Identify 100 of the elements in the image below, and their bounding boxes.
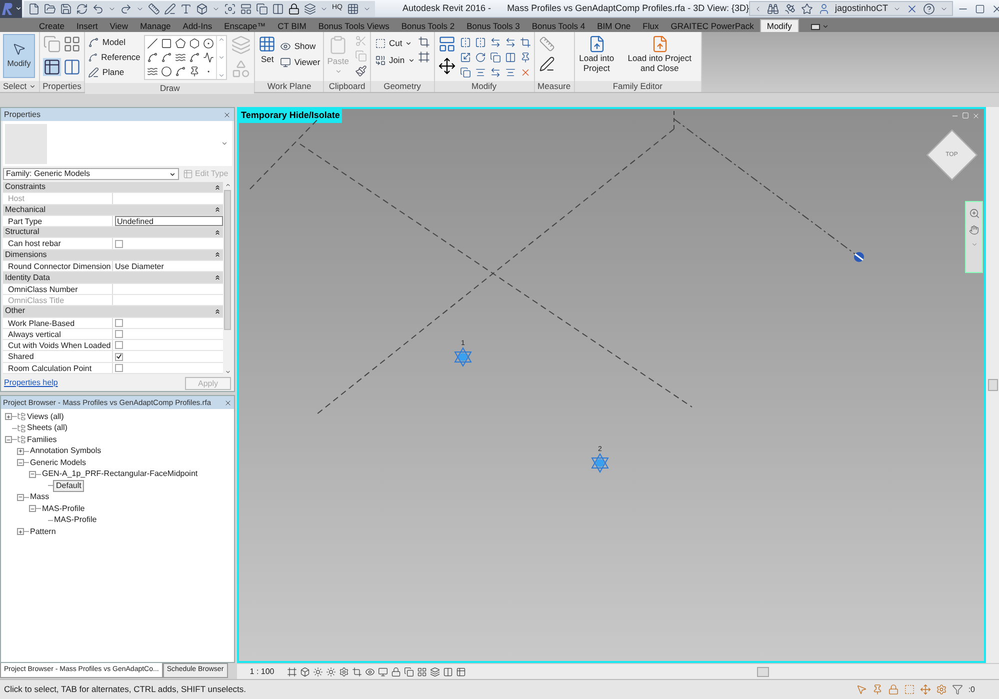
brush-icon[interactable]: [354, 65, 367, 77]
filter-icon[interactable]: [952, 684, 964, 695]
panel-title[interactable]: Clipboard: [324, 81, 370, 92]
scroll-down-icon[interactable]: [218, 54, 226, 61]
caret-icon[interactable]: [754, 4, 762, 12]
binoculars-icon[interactable]: [767, 2, 779, 14]
expand-icon[interactable]: [218, 72, 226, 79]
collapse-icon[interactable]: [5, 436, 12, 444]
checkbox[interactable]: [115, 318, 123, 327]
property-field[interactable]: Undefined: [115, 216, 223, 226]
sync-icon[interactable]: [76, 2, 88, 14]
ribbon-button[interactable]: Join: [374, 53, 415, 67]
ribbon-button[interactable]: Plane: [88, 65, 140, 79]
ellipse-icon[interactable]: [161, 66, 172, 77]
arc-icon[interactable]: [161, 52, 172, 63]
tree-item[interactable]: Default: [53, 480, 84, 492]
tree-item[interactable]: GEN-A_1p_PRF-Rectangular-FaceMidpoint: [41, 469, 199, 480]
group-header[interactable]: Identity Data: [3, 272, 223, 284]
vertical-scrollbar[interactable]: [986, 107, 999, 663]
checkbox[interactable]: [115, 352, 123, 361]
pin-icon[interactable]: [520, 52, 531, 63]
ruler-icon[interactable]: [148, 2, 160, 14]
user-name[interactable]: jagostinhoCT: [835, 2, 888, 16]
ribbon-button[interactable]: Model: [88, 35, 140, 49]
line-icon[interactable]: [147, 38, 158, 49]
checkbox[interactable]: [115, 240, 123, 248]
drag-icon[interactable]: [920, 684, 932, 695]
save-icon[interactable]: [60, 2, 72, 14]
hide-icon[interactable]: [365, 666, 375, 676]
star-icon[interactable]: [801, 2, 813, 14]
offset-icon[interactable]: [504, 37, 516, 48]
ribbon-tab[interactable]: Flux: [636, 19, 665, 32]
ribbon-tab[interactable]: Insert: [70, 19, 104, 32]
new-file-icon[interactable]: [28, 2, 40, 14]
ribbon-tab[interactable]: Bonus Tools Views: [312, 19, 396, 32]
view-scale[interactable]: 1 : 100: [237, 666, 287, 678]
dropdown-icon[interactable]: [221, 140, 228, 147]
group-header[interactable]: Constraints: [3, 182, 223, 194]
redo-icon[interactable]: [120, 2, 132, 14]
mirror-icon[interactable]: [460, 37, 471, 48]
group-header[interactable]: Other: [3, 306, 223, 318]
tree-item[interactable]: Generic Models: [29, 458, 88, 468]
curve-icon[interactable]: [175, 52, 186, 63]
navigation-bar[interactable]: [965, 201, 983, 273]
align-icon[interactable]: [438, 35, 456, 53]
tree-item[interactable]: MAS-Profile: [41, 504, 86, 514]
panel-title[interactable]: Family Editor: [574, 81, 701, 92]
crop-icon[interactable]: [352, 666, 362, 676]
ribbon-tab[interactable]: Enscape™: [218, 19, 272, 32]
pentagon-icon[interactable]: [175, 38, 186, 49]
restore-icon[interactable]: [975, 4, 986, 14]
expand-icon[interactable]: [17, 528, 24, 536]
panel-title[interactable]: Work Plane: [255, 81, 324, 92]
rectangle-icon[interactable]: [161, 38, 172, 49]
group-header[interactable]: Structural: [3, 227, 223, 238]
checkbox[interactable]: [115, 330, 123, 338]
load-button[interactable]: Load into Project and Close: [622, 35, 698, 73]
tree-item[interactable]: Pattern: [29, 526, 57, 537]
expand-icon[interactable]: [17, 448, 24, 455]
move-icon[interactable]: [438, 57, 456, 75]
panel-title[interactable]: Measure: [534, 81, 574, 92]
properties-help-link[interactable]: Properties help: [4, 377, 58, 389]
scrollbar[interactable]: [223, 182, 232, 375]
tile-icon[interactable]: [272, 2, 284, 14]
fillet-icon[interactable]: [189, 52, 200, 63]
checkbox[interactable]: [115, 341, 123, 350]
text-icon[interactable]: [180, 2, 192, 14]
rotate-icon[interactable]: [474, 52, 486, 63]
set-button[interactable]: Set: [258, 35, 276, 66]
tree-item[interactable]: Mass: [29, 492, 50, 502]
offset-icon[interactable]: [490, 37, 501, 48]
lock-icon[interactable]: [288, 2, 300, 14]
ribbon-tab[interactable]: Bonus Tools 2: [395, 19, 461, 32]
ribbon-button[interactable]: Viewer: [280, 55, 320, 69]
hexagon-icon[interactable]: [189, 38, 200, 49]
ribbon-tab[interactable]: Bonus Tools 4: [526, 19, 592, 32]
modify-button[interactable]: Modify: [3, 34, 35, 78]
align-icon[interactable]: [474, 67, 486, 78]
tree-item[interactable]: Annotation Symbols: [29, 446, 102, 456]
scroll-up-icon[interactable]: [218, 36, 226, 43]
trim-icon[interactable]: [520, 37, 531, 48]
panel-title[interactable]: Modify: [434, 81, 534, 92]
group-header[interactable]: Mechanical: [3, 204, 223, 216]
collapse-icon[interactable]: [29, 505, 36, 512]
close-icon[interactable]: [223, 110, 231, 118]
ribbon-tab[interactable]: Modify: [760, 19, 799, 32]
load-button[interactable]: Load into Project: [578, 35, 616, 73]
split-icon[interactable]: [504, 52, 516, 63]
scale-icon[interactable]: [460, 52, 471, 63]
open-folder-icon[interactable]: [44, 2, 56, 14]
type-selector[interactable]: Family: Generic Models: [3, 168, 179, 180]
select-pinned-icon[interactable]: [888, 684, 900, 695]
arc-icon[interactable]: [147, 52, 158, 63]
panel-title[interactable]: Select: [0, 81, 39, 92]
filter-count[interactable]: :0: [968, 684, 975, 696]
layers-icon[interactable]: [304, 2, 316, 14]
panel-title[interactable]: Geometry: [370, 81, 434, 92]
collapse-icon[interactable]: [17, 459, 24, 466]
ribbon-tab[interactable]: Bonus Tools 3: [460, 19, 526, 32]
mirror-icon[interactable]: [474, 37, 486, 48]
